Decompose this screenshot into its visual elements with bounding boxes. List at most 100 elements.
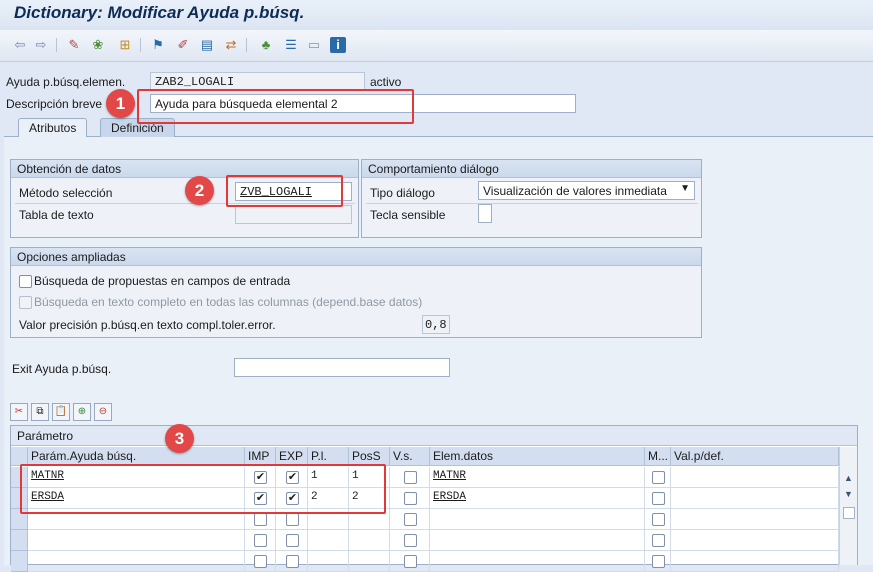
table-cell-m[interactable]	[645, 530, 671, 551]
object-list-icon[interactable]: ⇄	[223, 37, 239, 53]
checkbox[interactable]	[404, 555, 417, 568]
divider	[366, 203, 698, 204]
table-cell-m[interactable]	[645, 467, 671, 488]
cut-icon[interactable]: ✂	[10, 403, 28, 421]
checkbox[interactable]	[652, 492, 665, 505]
table-cell-def[interactable]	[671, 488, 839, 509]
table-cell-elem[interactable]	[430, 530, 645, 551]
test-icon[interactable]: ✐	[175, 37, 191, 53]
insert-row-icon[interactable]: ⊕	[73, 403, 91, 421]
delete-row-icon[interactable]: ⊖	[94, 403, 112, 421]
table-cell-m[interactable]	[645, 488, 671, 509]
checkbox[interactable]	[404, 534, 417, 547]
chevron-down-icon: ▼	[680, 183, 690, 194]
info-icon[interactable]: i	[330, 37, 346, 53]
dialog-type-select[interactable]: Visualización de valores inmediata ▼	[478, 181, 695, 200]
table-cell-vs[interactable]	[390, 467, 430, 488]
forward-arrow-icon[interactable]: ⇨	[33, 37, 49, 53]
highlight-box-1	[137, 89, 414, 124]
text-table-field[interactable]	[235, 205, 352, 224]
checkbox[interactable]	[652, 513, 665, 526]
table-cell-imp[interactable]	[245, 551, 276, 572]
table-cell-elem[interactable]	[430, 551, 645, 572]
checkbox[interactable]	[286, 513, 299, 526]
checkbox[interactable]	[254, 534, 267, 547]
scroll-thumb[interactable]	[843, 507, 855, 519]
navigation-icon[interactable]: ♣	[258, 37, 274, 53]
checkbox[interactable]	[404, 471, 417, 484]
checkbox[interactable]	[286, 555, 299, 568]
vertical-scrollbar[interactable]: ▲ ▼	[839, 447, 857, 565]
col-header[interactable]: M...	[645, 447, 671, 466]
table-cell-elem[interactable]: ERSDA	[430, 488, 645, 509]
table-cell-exp[interactable]	[276, 530, 308, 551]
col-header[interactable]: V.s.	[390, 447, 430, 466]
table-cell-imp[interactable]	[245, 530, 276, 551]
activate-icon[interactable]: ⊞	[117, 37, 133, 53]
exit-label: Exit Ayuda p.búsq.	[12, 362, 112, 376]
table-cell-elem[interactable]	[430, 509, 645, 530]
back-arrow-icon[interactable]: ⇦	[12, 37, 28, 53]
desc-label: Descripción breve	[6, 97, 103, 111]
checkbox[interactable]	[652, 555, 665, 568]
exit-field[interactable]	[234, 358, 450, 377]
table-cell-param[interactable]	[28, 530, 245, 551]
toolbar-separator	[246, 38, 247, 52]
checkbox[interactable]	[286, 534, 299, 547]
checkbox[interactable]	[652, 534, 665, 547]
highlight-box-2	[226, 175, 343, 207]
table-cell-poss[interactable]	[349, 551, 390, 572]
checkbox[interactable]	[254, 555, 267, 568]
table-cell-poss[interactable]	[349, 530, 390, 551]
table-cell-pl[interactable]	[308, 551, 349, 572]
table-cell-param[interactable]	[28, 551, 245, 572]
group-title: Comportamiento diálogo	[362, 160, 701, 178]
table-title: Parámetro	[11, 426, 857, 446]
where-used-icon[interactable]: ▤	[199, 37, 215, 53]
display-change-icon[interactable]: ❀	[90, 37, 106, 53]
table-cell-pl[interactable]	[308, 530, 349, 551]
elem-label: Ayuda p.búsq.elemen.	[6, 75, 126, 89]
dialog-type-label: Tipo diálogo	[370, 186, 435, 200]
scroll-up-icon[interactable]: ▲	[844, 473, 853, 483]
hierarchy-icon[interactable]: ☰	[283, 37, 299, 53]
checkbox[interactable]	[404, 513, 417, 526]
application-toolbar: ⇦ ⇨ ✎ ❀ ⊞ ⚑ ✐ ▤ ⇄ ♣ ☰ ▭ i	[0, 30, 873, 62]
dialog-group: Comportamiento diálogo Tipo diálogo Visu…	[361, 159, 702, 238]
toolbar-separator	[140, 38, 141, 52]
table-cell-m[interactable]	[645, 509, 671, 530]
layout-icon[interactable]: ▭	[306, 37, 322, 53]
hotkey-label: Tecla sensible	[370, 208, 446, 222]
scroll-down-icon[interactable]: ▼	[844, 489, 853, 499]
proposal-search-checkbox[interactable]	[19, 275, 32, 288]
row-selector[interactable]	[11, 551, 28, 572]
table-cell-elem[interactable]: MATNR	[430, 467, 645, 488]
col-header[interactable]: Elem.datos	[430, 447, 645, 466]
tab-atributos[interactable]: Atributos	[18, 118, 88, 137]
table-cell-vs[interactable]	[390, 488, 430, 509]
col-header[interactable]: Val.p/def.	[671, 447, 839, 466]
precision-label: Valor precisión p.búsq.en texto compl.to…	[19, 318, 276, 332]
table-cell-def[interactable]	[671, 509, 839, 530]
other-object-icon[interactable]: ✎	[66, 37, 82, 53]
table-cell-vs[interactable]	[390, 551, 430, 572]
table-cell-def[interactable]	[671, 530, 839, 551]
table-cell-vs[interactable]	[390, 509, 430, 530]
fulltext-search-label: Búsqueda en texto completo en todas las …	[34, 295, 423, 309]
table-cell-m[interactable]	[645, 551, 671, 572]
checkbox[interactable]	[404, 492, 417, 505]
window-title: Dictionary: Modificar Ayuda p.búsq.	[14, 3, 305, 22]
group-title: Opciones ampliadas	[11, 248, 701, 266]
check-icon[interactable]: ⚑	[150, 37, 166, 53]
paste-icon[interactable]: 📋	[52, 403, 70, 421]
row-selector[interactable]	[11, 530, 28, 551]
checkbox[interactable]	[254, 513, 267, 526]
table-cell-exp[interactable]	[276, 551, 308, 572]
checkbox[interactable]	[652, 471, 665, 484]
table-cell-def[interactable]	[671, 551, 839, 572]
table-cell-vs[interactable]	[390, 530, 430, 551]
copy-icon[interactable]: ⧉	[31, 403, 49, 421]
hotkey-field[interactable]	[478, 204, 492, 223]
toolbar-separator	[56, 38, 57, 52]
table-cell-def[interactable]	[671, 467, 839, 488]
